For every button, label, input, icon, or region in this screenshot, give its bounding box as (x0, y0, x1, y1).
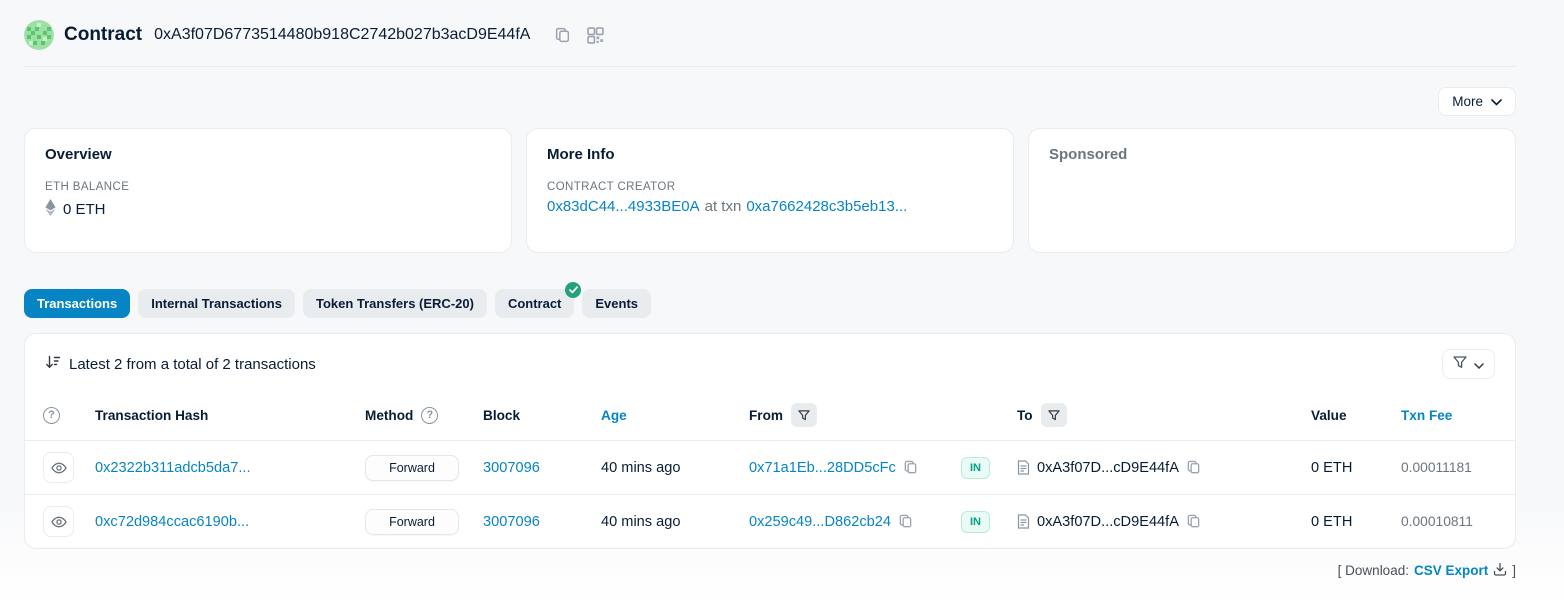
toolbar-row: More (24, 87, 1516, 116)
block-link[interactable]: 3007096 (483, 460, 540, 476)
direction-badge: IN (961, 511, 990, 533)
creation-txn-link[interactable]: 0xa7662428c3b5eb13... (746, 198, 907, 215)
txn-hash-link[interactable]: 0x2322b311adcb5da7... (95, 460, 251, 476)
table-filter-button[interactable] (1442, 349, 1495, 379)
copy-icon[interactable] (1186, 514, 1201, 529)
contract-page: Contract 0xA3f07D6773514480b918C2742b027… (0, 0, 1540, 579)
page-title: Contract (64, 24, 142, 46)
to-address-text: 0xA3f07D...cD9E44fA (1037, 514, 1179, 530)
from-address-link[interactable]: 0x259c49...D862cb24 (749, 514, 891, 530)
qr-code-icon[interactable] (587, 27, 604, 44)
tab-events[interactable]: Events (582, 289, 651, 318)
table-row: 0xc72d984ccac6190b... Forward 3007096 40… (25, 495, 1515, 549)
tab-token-transfers[interactable]: Token Transfers (ERC-20) (303, 289, 487, 318)
sort-descending-icon (45, 354, 61, 374)
preview-eye-icon[interactable] (43, 452, 74, 483)
method-badge[interactable]: Forward (365, 455, 459, 481)
tab-contract-label: Contract (508, 296, 561, 311)
sponsored-card: Sponsored (1028, 128, 1516, 253)
copy-icon[interactable] (1186, 460, 1201, 475)
col-age-toggle[interactable]: Age (601, 408, 627, 423)
info-cards: Overview ETH BALANCE 0 ETH More Info CON… (24, 128, 1516, 253)
contract-file-icon (1017, 460, 1030, 475)
copy-address-icon[interactable] (554, 27, 571, 44)
transactions-table: ? Transaction Hash Method ? Block Age Fr… (25, 391, 1515, 548)
transactions-summary-text: Latest 2 from a total of 2 transactions (69, 356, 316, 373)
copy-icon[interactable] (903, 460, 918, 475)
col-transaction-hash: Transaction Hash (87, 391, 357, 441)
eth-balance-value: 0 ETH (63, 201, 106, 218)
eth-balance-row: 0 ETH (45, 199, 491, 220)
transactions-panel-header: Latest 2 from a total of 2 transactions (25, 334, 1515, 391)
eth-diamond-icon (45, 199, 56, 220)
more-button[interactable]: More (1438, 87, 1516, 116)
sponsored-title: Sponsored (1049, 146, 1495, 163)
col-from: From (749, 408, 783, 423)
block-link[interactable]: 3007096 (483, 514, 540, 530)
page-header: Contract 0xA3f07D6773514480b918C2742b027… (24, 0, 1516, 67)
help-circle-icon[interactable]: ? (43, 407, 60, 424)
tab-bar: Transactions Internal Transactions Token… (24, 289, 1516, 318)
contract-creator-row: 0x83dC44...4933BE0A at txn 0xa7662428c3b… (547, 198, 993, 215)
col-value: Value (1303, 391, 1393, 441)
txn-hash-link[interactable]: 0xc72d984ccac6190b... (95, 514, 249, 530)
tab-transactions[interactable]: Transactions (24, 289, 130, 318)
creator-connector-text: at txn (705, 198, 742, 215)
txn-fee-text: 0.00010811 (1401, 514, 1473, 529)
csv-export-link[interactable]: CSV Export (1414, 563, 1488, 578)
download-icon (1493, 562, 1507, 579)
contract-identicon-avatar (24, 20, 54, 50)
more-button-label: More (1452, 94, 1483, 109)
tab-internal-transactions-label: Internal Transactions (151, 296, 282, 311)
overview-title: Overview (45, 146, 491, 163)
txn-fee-text: 0.00011181 (1401, 460, 1472, 475)
overview-card: Overview ETH BALANCE 0 ETH (24, 128, 512, 253)
transactions-panel: Latest 2 from a total of 2 transactions … (24, 333, 1516, 549)
value-text: 0 ETH (1311, 460, 1352, 476)
from-filter-button[interactable] (791, 403, 817, 427)
copy-icon[interactable] (898, 514, 913, 529)
more-info-card: More Info CONTRACT CREATOR 0x83dC44...49… (526, 128, 1014, 253)
col-block: Block (475, 391, 593, 441)
chevron-down-icon (1474, 357, 1484, 372)
age-text: 40 mins ago (601, 460, 681, 476)
transactions-summary: Latest 2 from a total of 2 transactions (45, 354, 316, 374)
to-filter-button[interactable] (1041, 403, 1067, 427)
header-actions (554, 27, 604, 44)
direction-badge: IN (961, 457, 990, 479)
more-info-title: More Info (547, 146, 993, 163)
creator-address-link[interactable]: 0x83dC44...4933BE0A (547, 198, 700, 215)
method-badge[interactable]: Forward (365, 509, 459, 535)
tab-internal-transactions[interactable]: Internal Transactions (138, 289, 295, 318)
tab-token-transfers-label: Token Transfers (ERC-20) (316, 296, 474, 311)
to-address-text: 0xA3f07D...cD9E44fA (1037, 460, 1179, 476)
table-row: 0x2322b311adcb5da7... Forward 3007096 40… (25, 441, 1515, 495)
col-to: To (1017, 408, 1033, 423)
chevron-down-icon (1491, 94, 1502, 109)
contract-address: 0xA3f07D6773514480b918C2742b027b3acD9E44… (154, 26, 530, 44)
contract-creator-label: CONTRACT CREATOR (547, 181, 993, 193)
preview-eye-icon[interactable] (43, 506, 74, 537)
from-address-link[interactable]: 0x71a1Eb...28DD5cFc (749, 460, 896, 476)
col-txn-fee-toggle[interactable]: Txn Fee (1401, 408, 1452, 423)
value-text: 0 ETH (1311, 514, 1352, 530)
tab-events-label: Events (595, 296, 638, 311)
table-header-row: ? Transaction Hash Method ? Block Age Fr… (25, 391, 1515, 441)
col-method: Method (365, 408, 413, 423)
download-prefix: [ Download: (1338, 563, 1409, 578)
download-row: [ Download: CSV Export ] (24, 562, 1516, 579)
method-help-icon[interactable]: ? (421, 407, 438, 424)
tab-transactions-label: Transactions (37, 296, 117, 311)
tab-contract[interactable]: Contract (495, 289, 574, 318)
funnel-icon (1453, 356, 1467, 372)
eth-balance-label: ETH BALANCE (45, 181, 491, 193)
verified-check-icon (565, 282, 581, 298)
age-text: 40 mins ago (601, 514, 681, 530)
download-suffix: ] (1512, 563, 1516, 578)
contract-file-icon (1017, 514, 1030, 529)
